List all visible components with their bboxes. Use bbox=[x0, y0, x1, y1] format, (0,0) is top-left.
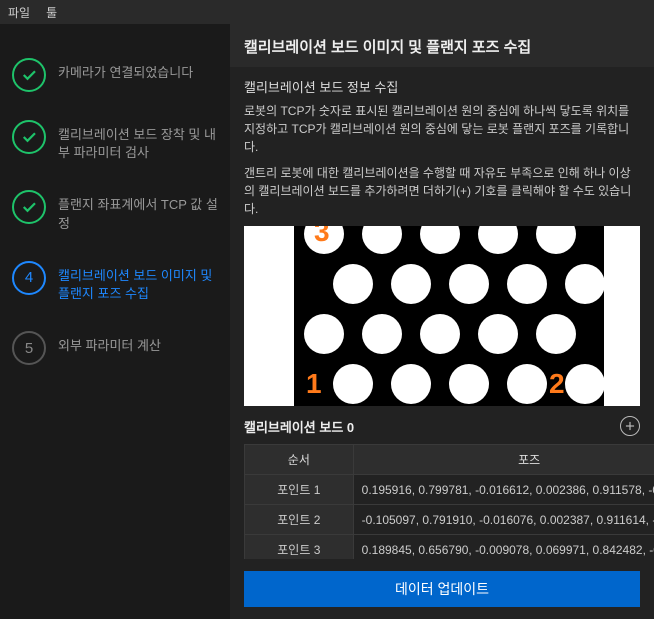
update-data-button[interactable]: 데이터 업데이트 bbox=[244, 571, 640, 607]
step-2[interactable]: 캘리브레이션 보드 장착 및 내부 파라미터 검사 bbox=[0, 106, 230, 176]
step-label: 캘리브레이션 보드 장착 및 내부 파라미터 검사 bbox=[58, 120, 218, 162]
row-label: 포인트 2 bbox=[245, 505, 354, 535]
step-1[interactable]: 카메라가 연결되었습니다 bbox=[0, 44, 230, 106]
step-5[interactable]: 5 외부 파라미터 계산 bbox=[0, 317, 230, 379]
pose-table: 순서 포즈 포인트 1 0.195916, 0.799781, -0.01661… bbox=[244, 444, 654, 559]
marker-2: 2 bbox=[549, 368, 565, 400]
add-board-button[interactable] bbox=[620, 416, 640, 436]
step-label: 캘리브레이션 보드 이미지 및 플랜지 포즈 수집 bbox=[58, 261, 218, 303]
menu-file[interactable]: 파일 bbox=[8, 4, 30, 21]
pose-value: 0.189845, 0.656790, -0.009078, 0.069971,… bbox=[353, 535, 654, 560]
calibration-board-image: 1 2 3 bbox=[244, 226, 640, 406]
wizard-steps-sidebar: 카메라가 연결되었습니다 캘리브레이션 보드 장착 및 내부 파라미터 검사 플… bbox=[0, 24, 230, 619]
row-label: 포인트 3 bbox=[245, 535, 354, 560]
step-number-icon: 5 bbox=[12, 331, 46, 365]
table-row[interactable]: 포인트 3 0.189845, 0.656790, -0.009078, 0.0… bbox=[245, 535, 654, 560]
check-icon bbox=[12, 58, 46, 92]
col-order: 순서 bbox=[245, 445, 354, 475]
description-text: 갠트리 로봇에 대한 캘리브레이션을 수행할 때 자유도 부족으로 인해 하나 … bbox=[244, 164, 640, 226]
table-row[interactable]: 포인트 1 0.195916, 0.799781, -0.016612, 0.0… bbox=[245, 475, 654, 505]
menu-tools[interactable]: 툴 bbox=[46, 4, 57, 21]
row-label: 포인트 1 bbox=[245, 475, 354, 505]
board-title: 캘리브레이션 보드 0 bbox=[244, 417, 354, 436]
step-number-icon: 4 bbox=[12, 261, 46, 295]
content-panel: 캘리브레이션 보드 이미지 및 플랜지 포즈 수집 캘리브레이션 보드 정보 수… bbox=[230, 24, 654, 619]
step-4[interactable]: 4 캘리브레이션 보드 이미지 및 플랜지 포즈 수집 bbox=[0, 247, 230, 317]
step-label: 플랜지 좌표계에서 TCP 값 설정 bbox=[58, 190, 218, 232]
check-icon bbox=[12, 120, 46, 154]
pose-value: -0.105097, 0.791910, -0.016076, 0.002387… bbox=[353, 505, 654, 535]
check-icon bbox=[12, 190, 46, 224]
plus-icon bbox=[623, 419, 637, 433]
table-row[interactable]: 포인트 2 -0.105097, 0.791910, -0.016076, 0.… bbox=[245, 505, 654, 535]
description-text: 로봇의 TCP가 숫자로 표시된 캘리브레이션 원의 중심에 하나씩 닿도록 위… bbox=[244, 102, 640, 164]
col-pose: 포즈 bbox=[353, 445, 654, 475]
menu-bar: 파일 툴 bbox=[0, 0, 654, 24]
section-title: 캘리브레이션 보드 정보 수집 bbox=[244, 67, 640, 102]
step-3[interactable]: 플랜지 좌표계에서 TCP 값 설정 bbox=[0, 176, 230, 246]
step-label: 외부 파라미터 계산 bbox=[58, 331, 161, 355]
page-title: 캘리브레이션 보드 이미지 및 플랜지 포즈 수집 bbox=[230, 24, 654, 67]
step-label: 카메라가 연결되었습니다 bbox=[58, 58, 193, 82]
marker-1: 1 bbox=[306, 368, 322, 400]
marker-3: 3 bbox=[314, 226, 330, 248]
pose-value: 0.195916, 0.799781, -0.016612, 0.002386,… bbox=[353, 475, 654, 505]
